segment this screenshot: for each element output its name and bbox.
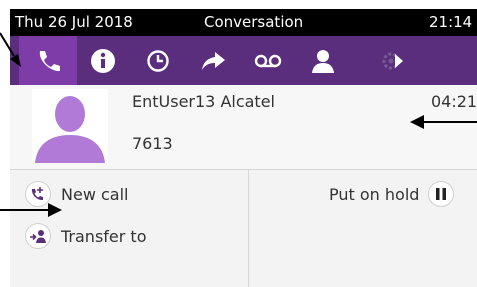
transfer-icon: [25, 223, 51, 249]
hold-button[interactable]: Put on hold: [329, 181, 455, 207]
new-call-button[interactable]: New call: [25, 181, 128, 207]
person-silhouette-icon: [35, 96, 105, 163]
contact-person-icon: [312, 49, 334, 73]
status-bar: Thu 26 Jul 2018 Conversation 21:14: [10, 9, 477, 36]
forward-tab[interactable]: [184, 36, 242, 85]
phone-screen: Thu 26 Jul 2018 Conversation 21:14 EntUs…: [10, 9, 477, 287]
voicemail-tab[interactable]: [239, 36, 297, 85]
new-call-icon: [25, 181, 51, 207]
phone-tab[interactable]: [19, 36, 77, 85]
pause-icon: [428, 181, 455, 207]
contact-number: 7613: [132, 134, 173, 153]
history-clock-icon: [147, 49, 169, 72]
settings-more-icon: [382, 52, 403, 69]
transfer-button[interactable]: Transfer to: [25, 223, 146, 249]
status-time: 21:14: [429, 13, 473, 31]
new-call-label: New call: [61, 184, 129, 204]
info-tab[interactable]: [74, 36, 132, 85]
call-duration: 04:21: [431, 92, 477, 111]
info-icon: [91, 48, 115, 73]
status-date: Thu 26 Jul 2018: [15, 13, 133, 31]
settings-tab[interactable]: [364, 36, 422, 85]
hold-label: Put on hold: [329, 184, 420, 204]
contact-name: EntUser13 Alcatel: [132, 92, 275, 111]
phone-handset-icon: [39, 50, 60, 71]
history-tab[interactable]: [129, 36, 187, 85]
actions-divider: [248, 170, 249, 287]
transfer-label: Transfer to: [61, 226, 147, 246]
voicemail-icon: [254, 54, 282, 67]
call-actions: New call Transfer to Put on hold: [10, 170, 477, 287]
forward-arrow-icon: [202, 51, 225, 70]
call-toolbar: [10, 36, 477, 85]
avatar: [32, 89, 108, 163]
contact-tab[interactable]: [294, 36, 352, 85]
screen-title: Conversation: [204, 13, 304, 31]
contact-card: EntUser13 Alcatel 7613 04:21: [10, 85, 477, 170]
